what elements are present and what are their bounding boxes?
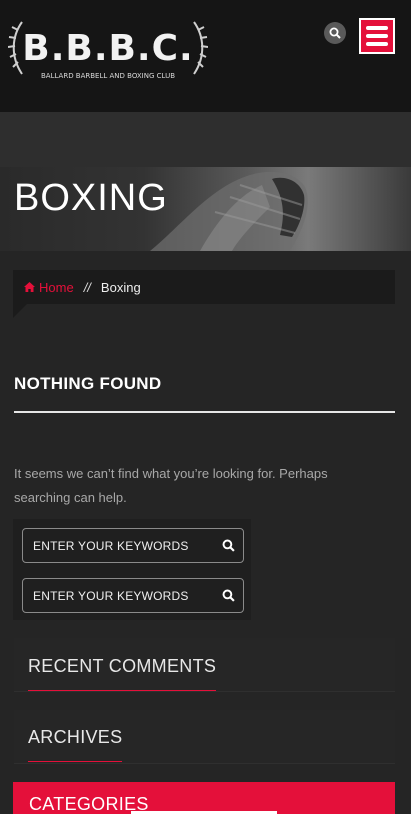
archives-widget: ARCHIVES: [14, 710, 395, 764]
search-icon: [329, 27, 341, 39]
breadcrumb-home-link[interactable]: Home: [24, 280, 74, 295]
search-input-placeholder: ENTER YOUR KEYWORDS: [33, 588, 189, 603]
search-widget: ENTER YOUR KEYWORDS ENTER YOUR KEYWORDS: [13, 519, 251, 620]
search-input-secondary[interactable]: ENTER YOUR KEYWORDS: [22, 578, 244, 613]
home-icon: [24, 282, 35, 292]
search-icon[interactable]: [222, 539, 235, 552]
site-logo[interactable]: B.B.B.C. BALLARD BARBELL AND BOXING CLUB: [8, 16, 208, 86]
header-search-button[interactable]: [324, 22, 346, 44]
page-title: BOXING: [14, 177, 168, 219]
nothing-found-message: It seems we can’t find what you’re looki…: [14, 466, 328, 505]
recent-comments-title: RECENT COMMENTS: [28, 656, 217, 676]
logo-subtitle: BALLARD BARBELL AND BOXING CLUB: [41, 72, 175, 80]
categories-widget: CATEGORIES: [13, 782, 395, 814]
recent-comments-widget: RECENT COMMENTS: [14, 638, 395, 692]
nothing-found-heading: NOTHING FOUND: [14, 374, 162, 393]
search-input[interactable]: ENTER YOUR KEYWORDS: [22, 528, 244, 563]
widget-title-underline: [28, 761, 122, 762]
hamburger-menu-button[interactable]: [359, 18, 395, 54]
logo-text: B.B.B.C.: [22, 28, 193, 69]
hamburger-menu-icon: [366, 26, 388, 30]
header-spacer: [0, 112, 411, 167]
heading-divider: [14, 411, 395, 413]
breadcrumb-separator: //: [83, 279, 91, 295]
site-header: B.B.B.C. BALLARD BARBELL AND BOXING CLUB: [0, 0, 411, 112]
breadcrumb: Home // Boxing: [13, 270, 395, 304]
page-banner: BOXING: [0, 167, 411, 251]
archives-title: ARCHIVES: [28, 727, 123, 747]
widget-title-underline: [28, 690, 216, 691]
search-input-placeholder: ENTER YOUR KEYWORDS: [33, 538, 189, 553]
breadcrumb-current: Boxing: [100, 279, 141, 295]
search-icon[interactable]: [222, 589, 235, 602]
breadcrumb-home-label: Home: [39, 279, 74, 295]
breadcrumb-notch: [13, 304, 27, 318]
